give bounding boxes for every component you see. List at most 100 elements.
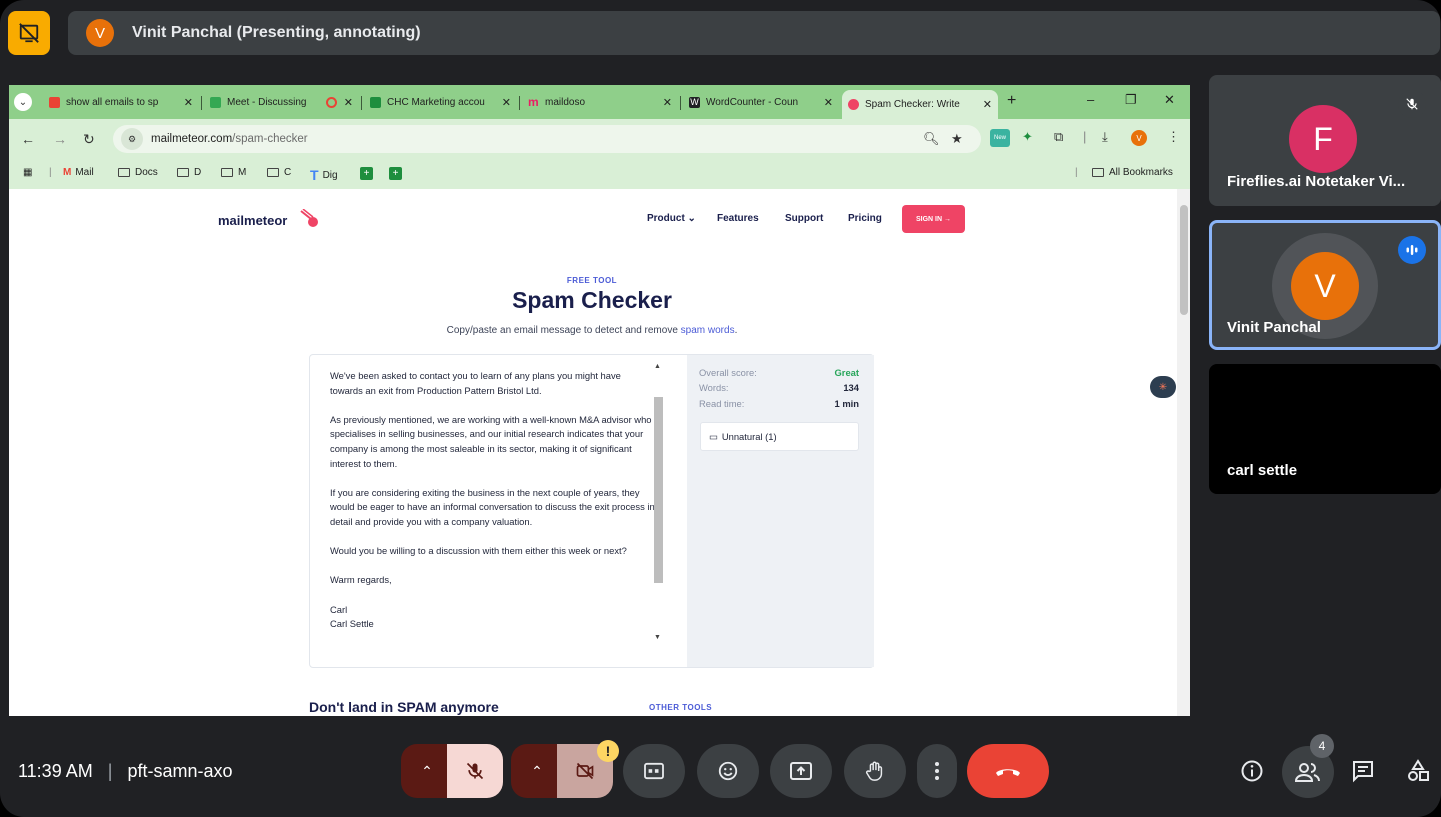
mic-toggle-button[interactable] <box>447 744 503 798</box>
scroll-down-icon[interactable]: ▼ <box>654 634 661 641</box>
mailmeteor-logo[interactable]: mailmeteor <box>218 213 287 228</box>
bookmark-label: C <box>284 167 292 178</box>
page-title: Spam Checker <box>512 287 672 313</box>
words-row: Words: 134 <box>699 382 859 393</box>
bookmark-folder-m[interactable]: M <box>221 167 246 178</box>
more-options-button[interactable] <box>917 744 957 798</box>
activities-button[interactable] <box>1399 752 1437 790</box>
overall-score-value: Great <box>834 367 860 378</box>
email-textarea[interactable]: We've been asked to contact you to learn… <box>330 369 655 632</box>
extension-icon[interactable]: ✦ <box>1022 129 1033 145</box>
wordcounter-favicon: W <box>689 97 700 108</box>
section-heading: Don't land in SPAM anymore <box>309 699 499 715</box>
captions-button[interactable] <box>623 744 685 798</box>
tab-wordcounter[interactable]: W WordCounter - Coun ✕ <box>683 90 839 115</box>
spam-words-link[interactable]: spam words <box>681 325 735 336</box>
tab-spam-checker[interactable]: Spam Checker: Write ✕ <box>842 90 998 119</box>
close-tab-icon[interactable]: ✕ <box>344 96 353 109</box>
meeting-details-button[interactable] <box>1233 752 1271 790</box>
audio-settings-caret[interactable]: ⌃ <box>401 744 453 798</box>
email-paragraph: If you are considering exiting the busin… <box>330 486 655 527</box>
folder-icon <box>221 168 233 177</box>
close-tab-icon[interactable]: ✕ <box>663 96 672 109</box>
participant-name: Fireflies.ai Notetaker Vi... <box>1227 173 1406 190</box>
tab-gmail-search[interactable]: show all emails to sp ✕ <box>43 90 199 115</box>
unnatural-filter[interactable]: ▭ Unnatural (1) <box>700 422 859 451</box>
stop-presenting-button[interactable] <box>8 11 50 55</box>
people-icon <box>1295 763 1320 782</box>
apps-grid-icon[interactable]: ▦ <box>23 167 32 178</box>
tab-title: WordCounter - Coun <box>706 97 799 108</box>
bookmark-sheet-2[interactable]: + <box>389 167 402 180</box>
download-icon[interactable]: ⤓ <box>1102 129 1108 145</box>
chat-widget-icon[interactable]: ✳ <box>1150 376 1176 398</box>
site-info-icon[interactable]: ⚙ <box>121 128 143 150</box>
leave-call-button[interactable] <box>967 744 1049 798</box>
bookmark-divider: | <box>49 167 52 178</box>
bookmark-folder-d[interactable]: D <box>177 167 201 178</box>
present-now-button[interactable] <box>770 744 832 798</box>
extension-new-icon[interactable]: New <box>990 129 1010 147</box>
reload-icon[interactable]: ↻ <box>83 131 95 148</box>
meet-window: V Vinit Panchal (Presenting, annotating)… <box>0 0 1441 817</box>
bookmark-label: Docs <box>135 167 158 178</box>
bookmark-mail[interactable]: M Mail <box>63 167 94 178</box>
participant-name: carl settle <box>1227 462 1298 479</box>
raise-hand-button[interactable] <box>844 744 906 798</box>
close-tab-icon[interactable]: ✕ <box>184 96 193 109</box>
bookmarks-bar: ▦ | M Mail Docs D M C T Dig + + | All Book… <box>9 159 1190 189</box>
video-settings-caret[interactable]: ⌃ <box>511 744 563 798</box>
unnatural-label: Unnatural (1) <box>721 431 777 442</box>
zoom-icon[interactable]: 🔍︎ <box>923 131 940 147</box>
tab-meet[interactable]: Meet - Discussing ✕ <box>204 90 359 115</box>
bookmark-folder-docs[interactable]: Docs <box>118 167 158 178</box>
info-icon <box>1241 760 1263 782</box>
participant-avatar: F <box>1289 105 1357 173</box>
close-window-icon[interactable]: ✕ <box>1164 92 1175 108</box>
spam-checker-panel: We've been asked to contact you to learn… <box>309 354 874 668</box>
address-bar[interactable]: ⚙ mailmeteor.com/spam-checker 🔍︎ ★ <box>113 125 981 153</box>
nav-pricing[interactable]: Pricing <box>848 213 882 224</box>
tab-title: Spam Checker: Write <box>865 99 960 110</box>
bookmark-folder-c[interactable]: C <box>267 167 291 178</box>
tab-chc-marketing[interactable]: CHC Marketing accou ✕ <box>364 90 517 115</box>
avatar-letter: F <box>1313 120 1333 157</box>
more-vert-icon <box>935 762 939 780</box>
close-tab-icon[interactable]: ✕ <box>824 96 833 109</box>
page-scroll-thumb[interactable] <box>1180 205 1188 315</box>
tab-divider <box>519 96 520 110</box>
participant-name: Vinit Panchal <box>1227 319 1321 336</box>
bookmark-star-icon[interactable]: ★ <box>951 131 963 147</box>
new-tab-button[interactable]: + <box>1007 92 1016 110</box>
textarea-scroll-thumb[interactable] <box>654 397 663 583</box>
speaking-indicator-icon <box>1398 236 1426 264</box>
scroll-up-icon[interactable]: ▲ <box>654 363 661 370</box>
participant-tile-vinit[interactable]: V Vinit Panchal <box>1209 220 1441 350</box>
all-bookmarks[interactable]: All Bookmarks <box>1092 167 1173 178</box>
nav-support[interactable]: Support <box>785 213 823 224</box>
close-tab-icon[interactable]: ✕ <box>983 98 992 111</box>
bookmark-dig[interactable]: T Dig <box>310 167 338 183</box>
participant-tile-fireflies[interactable]: F Fireflies.ai Notetaker Vi... <box>1209 75 1441 206</box>
extensions-puzzle-icon[interactable]: ⧉ <box>1054 129 1063 145</box>
nav-product[interactable]: Product ⌄ <box>647 213 696 224</box>
bookmark-label: D <box>194 167 202 178</box>
tab-maildoso[interactable]: m maildoso ✕ <box>522 90 678 115</box>
minimize-icon[interactable]: – <box>1087 92 1094 107</box>
nav-features[interactable]: Features <box>717 213 759 224</box>
tab-search-icon[interactable]: ⌄ <box>14 93 32 111</box>
bookmark-sheet-1[interactable]: + <box>360 167 373 180</box>
forward-icon[interactable]: → <box>53 131 67 147</box>
participant-avatar: V <box>1291 252 1359 320</box>
profile-avatar[interactable]: V <box>1131 130 1147 146</box>
browser-menu-icon[interactable]: ⋮ <box>1167 129 1180 145</box>
reactions-button[interactable] <box>697 744 759 798</box>
participant-tile-carl[interactable]: carl settle <box>1209 364 1441 494</box>
sign-in-button[interactable]: SIGN IN → <box>902 205 965 233</box>
close-tab-icon[interactable]: ✕ <box>502 96 511 109</box>
maildoso-favicon: m <box>528 95 539 109</box>
emoji-icon <box>718 761 738 781</box>
restore-icon[interactable]: ❐ <box>1125 92 1137 108</box>
back-icon[interactable]: ← <box>21 131 35 147</box>
chat-button[interactable] <box>1344 752 1382 790</box>
